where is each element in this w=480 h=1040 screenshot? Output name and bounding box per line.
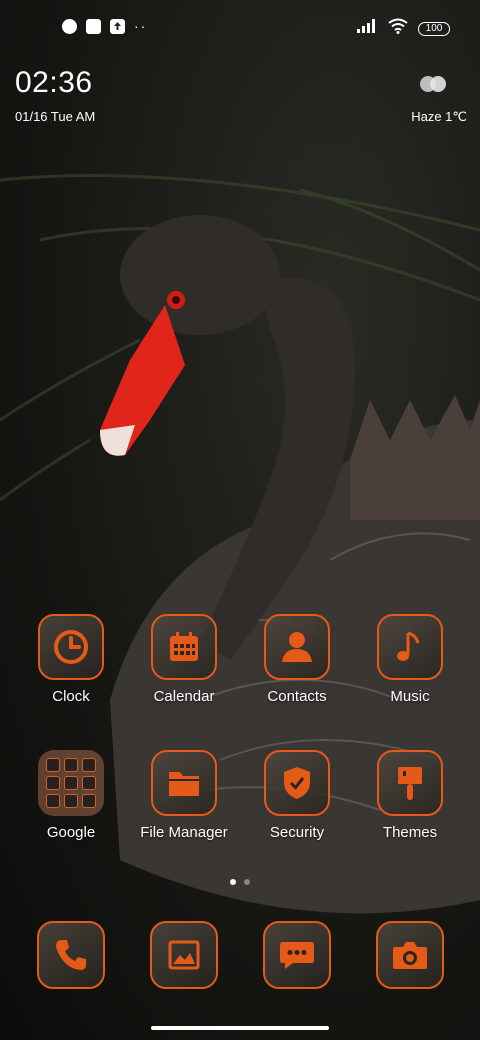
music-note-icon [397,631,420,661]
dock-gallery[interactable] [150,921,218,989]
haze-icon[interactable] [418,74,448,99]
app-tile[interactable] [264,750,330,816]
gallery-icon [168,940,200,970]
app-tile[interactable] [377,614,443,680]
photos-icon [64,794,78,808]
maps-icon [82,758,96,772]
app-label: File Manager [140,824,228,841]
clock-time[interactable]: 02:36 [15,66,93,100]
folder-tile[interactable] [38,750,104,816]
app-label: Calendar [153,688,215,705]
app-file-manager[interactable]: File Manager [128,750,240,841]
home-indicator[interactable] [151,1026,329,1030]
duo-icon [82,794,96,808]
page-indicator [0,879,480,885]
folder-preview [46,758,96,808]
youtube-icon [46,776,60,790]
shield-icon [284,767,310,799]
dock-messages[interactable] [263,921,331,989]
drive-icon [82,776,96,790]
dock-camera[interactable] [376,921,444,989]
app-themes[interactable]: Themes [354,750,466,841]
upload-icon [110,19,125,34]
signal-icon [356,19,378,38]
weather-text[interactable]: Haze 1℃ [411,109,467,125]
app-tile[interactable] [264,614,330,680]
clock-date[interactable]: 01/16 Tue AM [15,109,95,124]
app-folder-google[interactable]: Google [15,750,127,841]
notification-icon [62,19,77,34]
meet-icon [64,776,78,790]
square-icon [86,19,101,34]
app-tile[interactable] [377,750,443,816]
app-label: Contacts [267,688,327,705]
calendar-icon [170,632,198,661]
chrome-icon [46,794,60,808]
app-label: Google [46,824,96,841]
app-security[interactable]: Security [241,750,353,841]
dock-phone[interactable] [37,921,105,989]
status-bar: ·· 100 [0,0,480,56]
folder-icon [169,772,199,796]
battery-indicator: 100 [418,21,450,36]
paint-brush-icon [398,767,422,800]
app-label: Music [390,688,430,705]
page-dot[interactable] [244,879,250,885]
app-tile[interactable] [38,614,104,680]
app-clock[interactable]: Clock [15,614,127,705]
app-calendar[interactable]: Calendar [128,614,240,705]
clock-icon [54,630,88,664]
phone-icon [56,940,86,970]
app-label: Security [269,824,325,841]
camera-icon [393,942,427,969]
app-tile[interactable] [151,614,217,680]
more-notifications: ·· [134,18,148,34]
page-dot-active[interactable] [230,879,236,885]
wifi-icon [388,18,408,39]
app-label: Clock [52,688,90,705]
google-icon [46,758,60,772]
notification-area: ·· [62,19,147,34]
app-contacts[interactable]: Contacts [241,614,353,705]
app-music[interactable]: Music [354,614,466,705]
message-icon [280,942,314,969]
app-tile[interactable] [151,750,217,816]
contact-icon [282,632,312,662]
app-label: Themes [382,824,438,841]
gmail-icon [64,758,78,772]
